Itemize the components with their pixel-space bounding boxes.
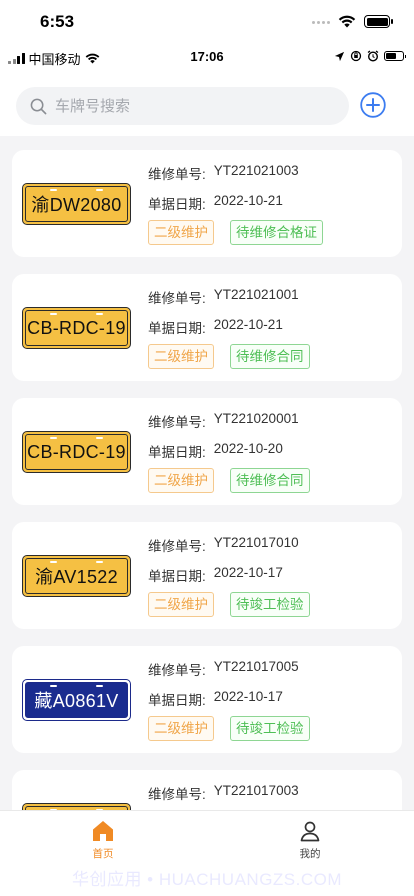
maintenance-level-tag: 二级维护 xyxy=(148,220,214,245)
location-arrow-icon xyxy=(334,51,345,61)
plate-number: 藏A0861V xyxy=(34,691,119,711)
order-date-label: 单据日期: xyxy=(148,321,206,336)
maintenance-level-tag: 二级维护 xyxy=(148,592,214,617)
order-date-label: 单据日期: xyxy=(148,569,206,584)
order-number-row: 维修单号: YT221017010 xyxy=(148,535,299,555)
plate-number: 渝DW2080 xyxy=(31,195,122,215)
order-number: YT221021001 xyxy=(213,287,299,302)
license-plate: CB-RDC-19 xyxy=(22,431,131,473)
license-plate: CB-RDC-19 xyxy=(22,307,131,349)
user-icon xyxy=(300,821,320,842)
order-status-tag: 待竣工检验 xyxy=(230,716,310,741)
order-number-label: 维修单号: xyxy=(148,291,206,306)
order-date-row: 单据日期: 2022-10-17 xyxy=(148,565,283,585)
order-date-row: 单据日期: 2022-10-20 xyxy=(148,441,283,461)
maintenance-level-tag: 二级维护 xyxy=(148,468,214,493)
order-number-row: 维修单号: YT221021001 xyxy=(148,287,299,307)
order-date: 2022-10-21 xyxy=(213,193,283,208)
order-number: YT221020001 xyxy=(213,411,299,426)
wifi-icon xyxy=(338,15,356,28)
signal-dots-icon xyxy=(312,19,330,25)
watermark: 华创应用 • HUACHUANGZS.COM xyxy=(71,870,343,889)
add-order-button[interactable] xyxy=(360,92,386,118)
order-number: YT221021003 xyxy=(213,163,299,178)
order-date-label: 单据日期: xyxy=(148,197,206,212)
plate-number: CB-RDC-19 xyxy=(27,317,126,338)
app-status-bar: 中国移动 17:06 xyxy=(0,44,414,70)
order-number-label: 维修单号: xyxy=(148,663,206,678)
alarm-clock-icon xyxy=(367,50,379,62)
order-card[interactable]: 藏A0861V 维修单号: YT221017005 单据日期: 2022-10-17… xyxy=(12,646,402,753)
order-tags: 二级维护 待竣工检验 xyxy=(148,592,310,617)
order-date: 2022-10-20 xyxy=(213,441,283,456)
home-icon xyxy=(93,821,113,841)
order-number-row: 维修单号: YT221017003 xyxy=(148,783,299,803)
order-number: YT221017003 xyxy=(213,783,299,798)
license-plate: 渝AV1522 xyxy=(22,555,131,597)
order-tags: 二级维护 待维修合格证 xyxy=(148,220,323,245)
order-status-tag: 待竣工检验 xyxy=(230,592,310,617)
bottom-tab-bar: 首页 我的 华创应用 • HUACHUANGZS.COM xyxy=(0,810,414,896)
order-number-label: 维修单号: xyxy=(148,787,206,802)
order-date-row: 单据日期: 2022-10-21 xyxy=(148,193,283,213)
order-number-row: 维修单号: YT221017005 xyxy=(148,659,299,679)
tab-home-label: 首页 xyxy=(92,848,114,860)
order-card[interactable]: 渝DW2080 维修单号: YT221021003 单据日期: 2022-10-21… xyxy=(12,150,402,257)
order-card[interactable]: 维修单号: YT221017003 xyxy=(12,770,402,810)
search-box[interactable] xyxy=(16,87,349,125)
license-plate: 藏A0861V xyxy=(22,679,131,721)
order-date-row: 单据日期: 2022-10-21 xyxy=(148,317,283,337)
order-number-label: 维修单号: xyxy=(148,539,206,554)
license-plate: 渝DW2080 xyxy=(22,183,131,225)
order-number-row: 维修单号: YT221021003 xyxy=(148,163,299,183)
order-number: YT221017010 xyxy=(213,535,299,550)
order-date-label: 单据日期: xyxy=(148,445,206,460)
plate-search-input[interactable] xyxy=(55,97,315,115)
app-status-icons xyxy=(334,50,406,62)
order-card[interactable]: 渝AV1522 维修单号: YT221017010 单据日期: 2022-10-17… xyxy=(12,522,402,629)
order-tags: 二级维护 待维修合同 xyxy=(148,344,310,369)
order-date-row: 单据日期: 2022-10-17 xyxy=(148,689,283,709)
order-date: 2022-10-17 xyxy=(213,565,283,580)
order-number-label: 维修单号: xyxy=(148,415,206,430)
search-icon xyxy=(30,98,47,114)
battery-icon xyxy=(384,51,406,61)
maintenance-level-tag: 二级维护 xyxy=(148,716,214,741)
order-status-tag: 待维修合同 xyxy=(230,344,310,369)
device-status-bar: 6:53 xyxy=(0,0,414,44)
order-date-label: 单据日期: xyxy=(148,693,206,708)
search-header xyxy=(0,70,414,136)
order-date: 2022-10-17 xyxy=(213,689,283,704)
plate-number: 渝AV1522 xyxy=(35,567,118,587)
license-plate xyxy=(22,803,131,810)
order-status-tag: 待维修合格证 xyxy=(230,220,323,245)
repair-order-list: 渝DW2080 维修单号: YT221021003 单据日期: 2022-10-21… xyxy=(0,136,414,810)
order-tags: 二级维护 待竣工检验 xyxy=(148,716,310,741)
order-tags: 二级维护 待维修合同 xyxy=(148,468,310,493)
order-status-tag: 待维修合同 xyxy=(230,468,310,493)
maintenance-level-tag: 二级维护 xyxy=(148,344,214,369)
device-time: 6:53 xyxy=(40,12,75,31)
tab-home[interactable]: 首页 xyxy=(73,819,133,861)
tab-profile[interactable]: 我的 xyxy=(280,819,340,861)
plate-number: CB-RDC-19 xyxy=(27,441,126,462)
order-card[interactable]: CB-RDC-19 维修单号: YT221021001 单据日期: 2022-10-… xyxy=(12,274,402,381)
order-number-label: 维修单号: xyxy=(148,167,206,182)
order-number: YT221017005 xyxy=(213,659,299,674)
order-card[interactable]: CB-RDC-19 维修单号: YT221020001 单据日期: 2022-10-… xyxy=(12,398,402,505)
rotation-lock-icon xyxy=(350,50,362,62)
order-number-row: 维修单号: YT221020001 xyxy=(148,411,299,431)
order-date: 2022-10-21 xyxy=(213,317,283,332)
battery-icon xyxy=(364,15,393,28)
device-status-icons xyxy=(312,15,393,28)
tab-profile-label: 我的 xyxy=(299,848,321,860)
